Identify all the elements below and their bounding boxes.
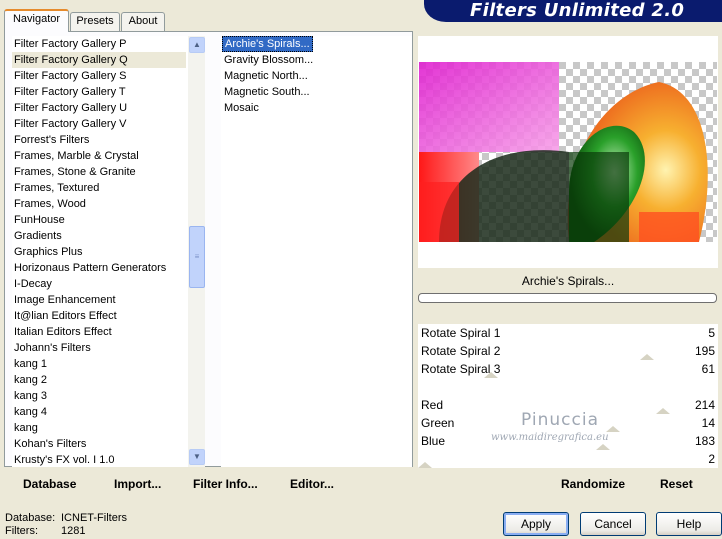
database-button[interactable]: Database (23, 476, 76, 492)
category-item[interactable]: Frames, Marble & Crystal (12, 148, 186, 164)
param-label: Rotate Spiral 2 (421, 344, 501, 358)
chevron-up-icon[interactable]: ▲ (189, 37, 205, 53)
category-item[interactable]: Filter Factory Gallery Q (12, 52, 186, 68)
reset-button[interactable]: Reset (660, 476, 693, 492)
editor-button[interactable]: Editor... (290, 476, 334, 492)
tab-presets[interactable]: Presets (70, 12, 120, 31)
category-item[interactable]: Italian Editors Effect (12, 324, 186, 340)
category-item[interactable]: Filter Factory Gallery P (12, 36, 186, 52)
param-row[interactable]: Rotate Spiral 2 195 (418, 342, 718, 360)
param-row[interactable]: Rotate Spiral 1 5 (418, 324, 718, 342)
filter-item[interactable]: Magnetic North... (222, 68, 308, 84)
grip-icon[interactable]: ≡ (189, 226, 205, 288)
param-value: 5 (708, 326, 715, 340)
category-item[interactable]: I-Decay (12, 276, 186, 292)
param-label: Blue (421, 434, 446, 448)
status-filters-value: 1281 (61, 525, 86, 537)
category-scrollbar[interactable]: ▲ ≡ ▼ (188, 36, 205, 467)
category-item[interactable]: Filter Factory Gallery U (12, 100, 186, 116)
category-item[interactable]: Frames, Textured (12, 180, 186, 196)
filter-item[interactable]: Archie's Spirals... (222, 36, 313, 52)
category-item[interactable]: Graphics Plus (12, 244, 186, 260)
chevron-down-icon[interactable]: ▼ (189, 449, 205, 465)
watermark-url: www.maidiregrafica.eu (491, 432, 609, 443)
category-item[interactable]: kang 2 (12, 372, 186, 388)
category-item[interactable]: Frames, Wood (12, 196, 186, 212)
category-item[interactable]: Forrest's Filters (12, 132, 186, 148)
apply-button[interactable]: Apply (503, 512, 569, 536)
category-item[interactable]: kang 1 (12, 356, 186, 372)
tab-about[interactable]: About (121, 12, 165, 31)
param-value: 195 (694, 344, 715, 358)
param-value: 2 (708, 452, 715, 466)
category-item[interactable]: Filter Factory Gallery T (12, 84, 186, 100)
category-item[interactable]: Krusty's FX vol. I 1.0 (12, 452, 186, 468)
category-item[interactable]: Image Enhancement (12, 292, 186, 308)
param-value: 183 (694, 434, 715, 448)
help-button[interactable]: Help (656, 512, 722, 536)
filter-item[interactable]: Magnetic South... (222, 84, 310, 100)
param-label: Green (421, 416, 455, 430)
param-value: 61 (701, 362, 715, 376)
param-label: Rotate Spiral 1 (421, 326, 501, 340)
param-row[interactable]: Rotate Spiral 3 61 (418, 360, 718, 378)
category-item[interactable]: Johann's Filters (12, 340, 186, 356)
category-item[interactable]: Frames, Stone & Granite (12, 164, 186, 180)
category-item[interactable]: kang (12, 420, 186, 436)
category-item[interactable]: kang 3 (12, 388, 186, 404)
slider-handle[interactable] (418, 462, 432, 468)
status-database-label: Database: (5, 512, 56, 524)
param-value: 14 (701, 416, 715, 430)
import-button[interactable]: Import... (114, 476, 161, 492)
param-row[interactable] (418, 378, 718, 396)
category-item[interactable]: Horizonaus Pattern Generators (12, 260, 186, 276)
filter-list: Archie's Spirals... Gravity Blossom... Mag… (221, 36, 412, 467)
app-title: Filters Unlimited 2.0 (470, 0, 685, 21)
filter-item[interactable]: Mosaic (222, 100, 259, 116)
randomize-button[interactable]: Randomize (561, 476, 625, 492)
status-filters-label: Filters: (5, 525, 38, 537)
category-item[interactable]: Filter Factory Gallery S (12, 68, 186, 84)
watermark-name: Pinuccia (521, 410, 599, 430)
tab-navigator[interactable]: Navigator (4, 9, 69, 32)
category-item[interactable]: Kohan's Filters (12, 436, 186, 452)
cancel-button[interactable]: Cancel (580, 512, 646, 536)
param-label: Red (421, 398, 444, 412)
category-item[interactable]: Gradients (12, 228, 186, 244)
filter-info-button[interactable]: Filter Info... (193, 476, 258, 492)
param-row[interactable]: 2 (418, 450, 718, 468)
status-database-value: ICNET-Filters (61, 512, 127, 524)
category-item[interactable]: Filter Factory Gallery V (12, 116, 186, 132)
param-value: 214 (694, 398, 715, 412)
preview-filter-name: Archie's Spirals... (521, 274, 615, 288)
preview-image (419, 62, 717, 242)
category-list: Filter Factory Gallery P Filter Factory G… (12, 36, 188, 467)
filter-item[interactable]: Gravity Blossom... (222, 52, 313, 68)
category-item[interactable]: It@lian Editors Effect (12, 308, 186, 324)
progress-bar (418, 293, 717, 303)
category-item[interactable]: FunHouse (12, 212, 186, 228)
category-item[interactable]: kang 4 (12, 404, 186, 420)
